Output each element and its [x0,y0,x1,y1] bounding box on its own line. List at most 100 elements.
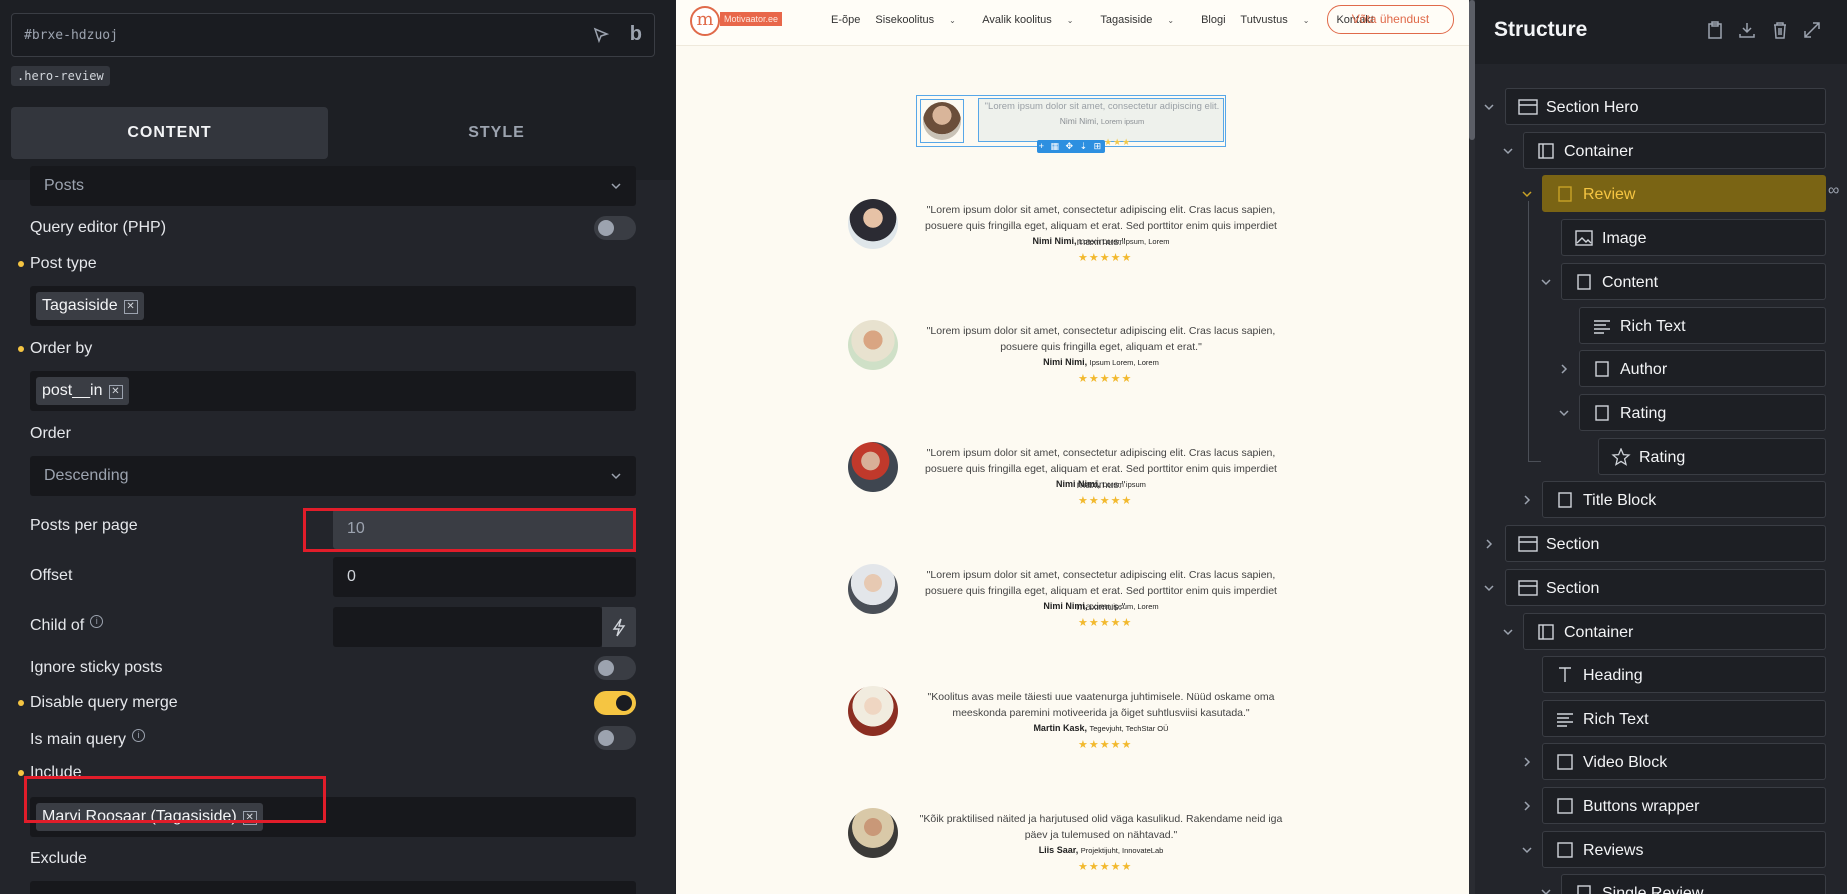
chevron-down-icon[interactable] [1483,101,1495,113]
trash-icon[interactable] [1770,20,1790,40]
order-select[interactable]: Descending [30,456,636,496]
chevron-down-icon[interactable] [1540,276,1552,288]
is-main-query-toggle[interactable] [594,726,636,750]
avatar [848,199,898,249]
download-icon[interactable] [1737,20,1757,40]
chevron-right-icon[interactable] [1521,756,1533,768]
post-type-field[interactable]: Tagasiside ✕ [30,286,636,326]
tree-node-video-block[interactable]: Video Block [1542,743,1826,780]
author-name: Nimi Nimi, [1043,601,1088,611]
site-logo-text[interactable]: Motivaator.ee [720,12,783,26]
nav-item[interactable]: Blogi [1201,14,1225,26]
dynamic-data-button[interactable] [602,607,636,647]
structure-tree[interactable]: Section Hero Container Review ∞ Image Co… [1475,64,1847,894]
structure-header: Structure [1475,0,1847,64]
link-icon[interactable]: ∞ [1828,182,1839,200]
tree-node-section-hero[interactable]: Section Hero [1505,88,1826,125]
review-card[interactable]: "Lorem ipsum dolor sit amet, consectetur… [848,564,1288,629]
nav-item[interactable]: Sisekoolitus ⌄ [875,14,967,26]
highlight-box [24,776,326,823]
chevron-down-icon[interactable] [1502,626,1514,638]
review-author: Nimi Nimi, Lorem LoremIpsum, Lorem [908,236,1294,246]
tree-node-reviews[interactable]: Reviews [1542,831,1826,868]
chevron-right-icon[interactable] [1483,538,1495,550]
nav-item[interactable]: E-õpe [831,14,860,26]
toggle-knob [598,660,614,676]
tree-node-heading[interactable]: Heading [1542,656,1826,693]
review-image-wrapper[interactable] [920,99,964,143]
review-quote: "Kõik praktilised näited ja harjutused o… [919,813,1283,841]
nav-item[interactable]: Avalik koolitus ⌄ [982,14,1085,26]
order-by-chip[interactable]: post__in ✕ [36,377,129,405]
tree-node-content[interactable]: Content [1561,263,1826,300]
settings-scroll-area[interactable]: Posts Query editor (PHP) Post type Tagas… [0,166,675,894]
tree-node-container[interactable]: Container [1523,132,1826,169]
chevron-right-icon[interactable] [1558,363,1570,375]
tree-node-review-selected[interactable]: Review [1542,175,1826,212]
chevron-right-icon[interactable] [1521,494,1533,506]
author-role: Lorem LoremIpsum, Lorem [1079,237,1170,246]
tree-node-section[interactable]: Section [1505,569,1826,606]
tab-style[interactable]: STYLE [338,107,655,159]
review-quote: "Lorem ipsum dolor sit amet, consectetur… [926,325,1276,353]
offset-input[interactable]: 0 [333,557,636,597]
nav-item[interactable]: Tutvustus ⌄ [1240,14,1321,26]
block-icon [1595,361,1609,377]
chevron-down-icon[interactable] [1502,145,1514,157]
info-icon[interactable]: i [90,615,104,628]
author-name: Nimi Nimi, [1056,479,1101,489]
element-id-field[interactable]: #brxe-hdzuoj b [11,13,655,57]
chevron-down-icon[interactable] [1483,582,1495,594]
remove-chip-icon[interactable]: ✕ [108,385,123,399]
remove-chip-icon[interactable]: ✕ [123,300,138,314]
tree-node-rating[interactable]: Rating [1598,438,1826,475]
review-card[interactable]: "Lorem ipsum dolor sit amet, consectetur… [848,199,1288,264]
disable-query-merge-toggle[interactable] [594,691,636,715]
bold-b-icon[interactable]: b [630,23,642,46]
tree-node-author[interactable]: Author [1579,350,1826,387]
chevron-right-icon[interactable] [1521,800,1533,812]
review-card[interactable]: "Koolitus avas meile täiesti uue vaatenu… [848,686,1288,751]
child-of-input[interactable] [333,607,602,647]
tree-node-single-review[interactable]: Single Review [1561,874,1826,894]
page-preview-canvas[interactable]: m Motivaator.ee E-õpe Sisekoolitus ⌄ Aval… [676,0,1469,894]
expand-icon[interactable] [1802,20,1822,40]
tree-node-rich-text[interactable]: Rich Text [1579,307,1826,344]
chevron-down-icon[interactable] [1521,188,1533,200]
element-toolbar[interactable]: + ▦ ✥ ⇣ ⊞ [1037,140,1105,153]
nav-item[interactable]: Tagasiside ⌄ [1100,14,1186,26]
tree-node-container[interactable]: Container [1523,613,1826,650]
panel-header: #brxe-hdzuoj b .hero-review CONTENT STYL… [0,0,675,180]
tree-node-title-block[interactable]: Title Block [1542,481,1826,518]
chevron-down-icon[interactable] [1558,407,1570,419]
review-card[interactable]: "Lorem ipsum dolor sit amet, consectetur… [848,320,1288,385]
tree-node-rating-block[interactable]: Rating [1579,394,1826,431]
hero-review-selected[interactable]: "Lorem ipsum dolor sit amet, consectetur… [916,95,1226,153]
chevron-down-icon[interactable] [1521,844,1533,856]
css-class-chip[interactable]: .hero-review [11,66,110,86]
clipboard-icon[interactable] [1705,20,1725,40]
review-card[interactable]: "Kõik praktilised näited ja harjutused o… [848,808,1288,873]
modified-indicator [18,700,24,706]
author-role: Projektijuht, InnovateLab [1080,846,1164,855]
rating-stars: ★★★★★ [1078,252,1133,264]
ignore-sticky-toggle[interactable] [594,656,636,680]
order-by-field[interactable]: post__in ✕ [30,371,636,411]
review-card[interactable]: "Lorem ipsum dolor sit amet, consectetur… [848,442,1288,507]
query-editor-toggle[interactable] [594,216,636,240]
tab-content[interactable]: CONTENT [11,107,328,159]
post-type-chip[interactable]: Tagasiside ✕ [36,292,144,320]
tree-node-rich-text[interactable]: Rich Text [1542,700,1826,737]
cursor-select-icon[interactable] [592,26,610,44]
chevron-down-icon: ⌄ [1302,16,1310,25]
tree-node-image[interactable]: Image [1561,219,1826,256]
review-content[interactable]: "Lorem ipsum dolor sit amet, consectetur… [978,98,1224,147]
info-icon[interactable]: i [132,729,146,742]
site-logo-icon[interactable]: m [690,6,720,36]
tree-node-section[interactable]: Section [1505,525,1826,562]
exclude-field[interactable] [30,881,636,894]
tree-node-buttons-wrapper[interactable]: Buttons wrapper [1542,787,1826,824]
query-type-select[interactable]: Posts [30,166,636,206]
chevron-down-icon[interactable] [1540,886,1552,894]
contact-cta-button[interactable]: Võta ühendust [1327,5,1454,34]
